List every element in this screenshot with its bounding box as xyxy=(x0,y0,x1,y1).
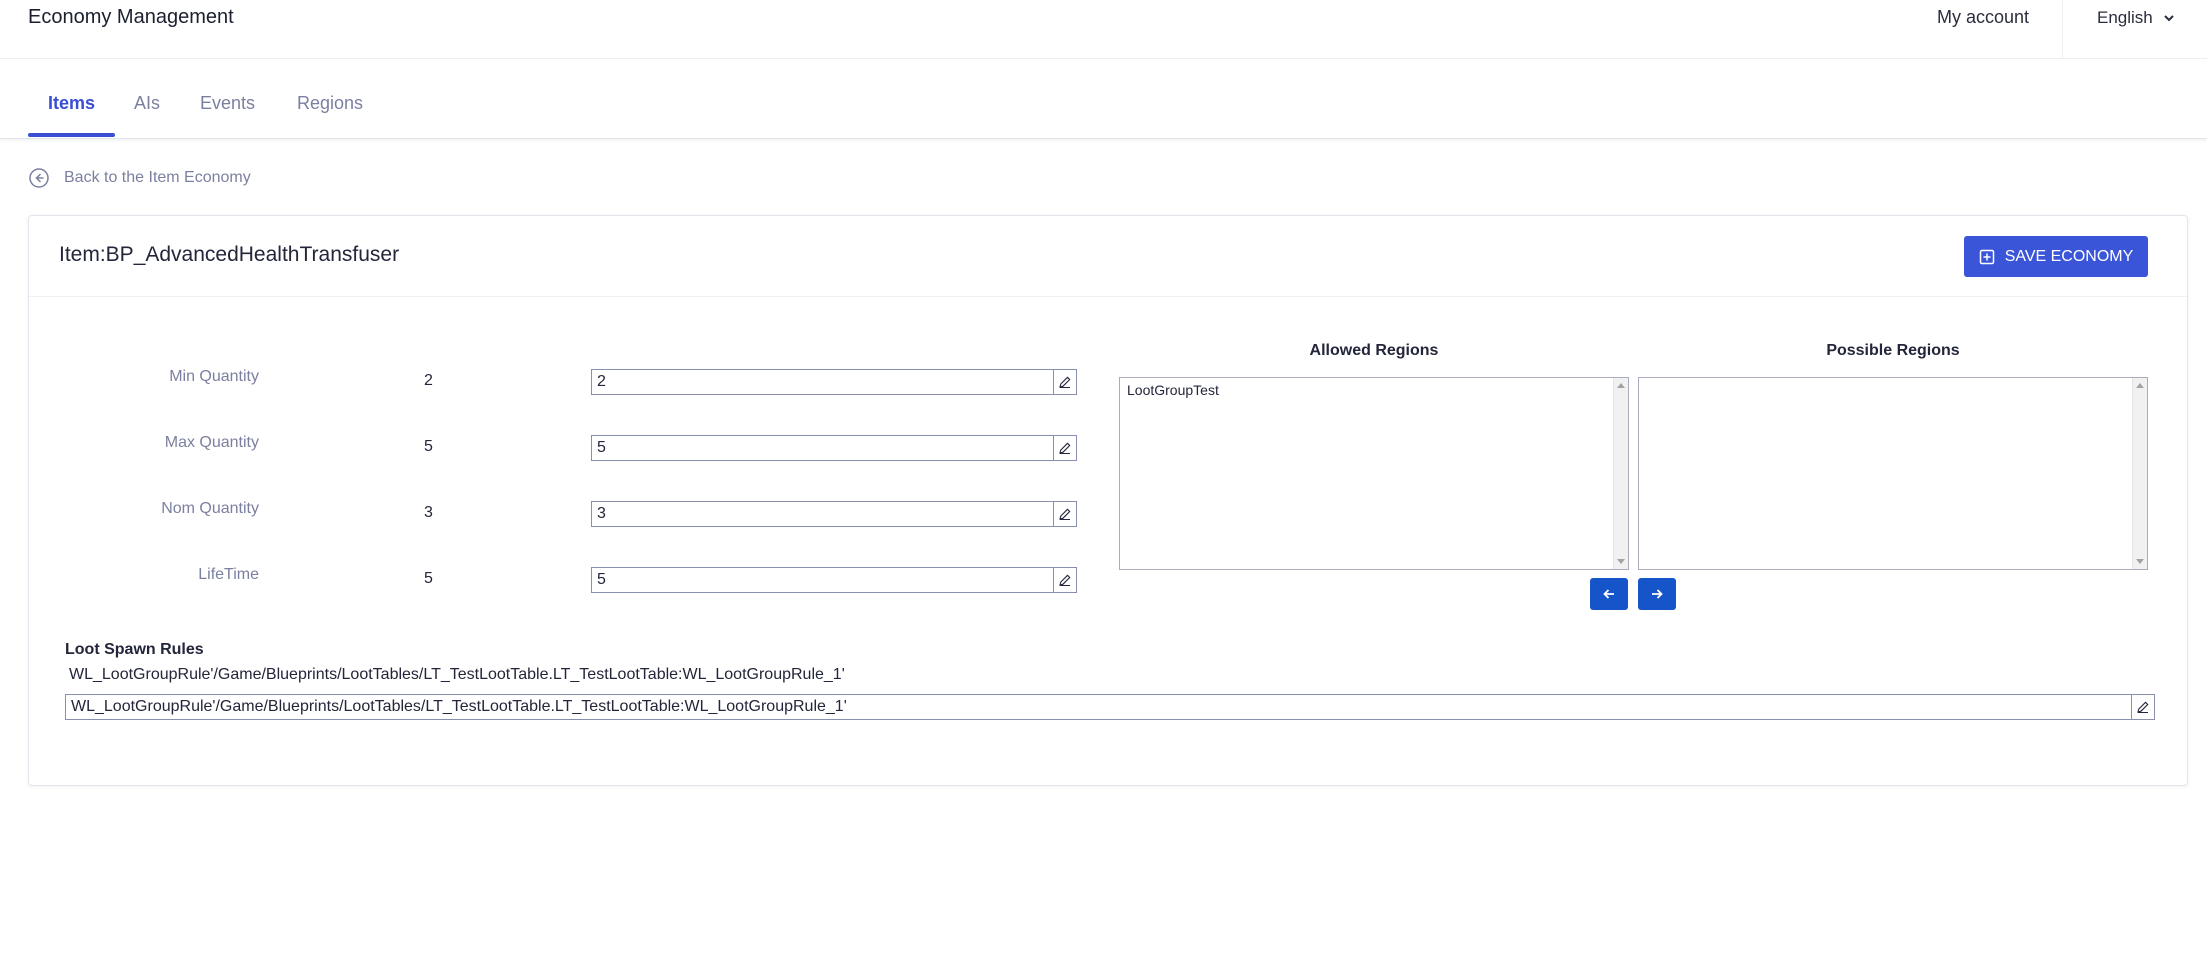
edit-lifetime-button[interactable] xyxy=(1053,568,1076,592)
pencil-icon xyxy=(2137,701,2149,714)
my-account-link[interactable]: My account xyxy=(1937,7,2029,28)
pencil-icon xyxy=(1059,376,1071,389)
tab-regions[interactable]: Regions xyxy=(297,93,363,114)
plus-square-icon xyxy=(1979,249,1994,264)
max-quantity-label: Max Quantity xyxy=(164,434,259,451)
min-quantity-label: Min Quantity xyxy=(169,368,259,385)
item-card: Item:BP_AdvancedHealthTransfuser SAVE EC… xyxy=(28,215,2188,786)
card-header: Item:BP_AdvancedHealthTransfuser SAVE EC… xyxy=(29,216,2187,297)
min-quantity-input[interactable] xyxy=(592,370,1053,394)
active-tab-indicator xyxy=(28,133,115,137)
allowed-regions-heading: Allowed Regions xyxy=(1309,342,1439,359)
divider xyxy=(2062,0,2063,59)
edit-max-quantity-button[interactable] xyxy=(1053,436,1076,460)
pencil-icon xyxy=(1059,442,1071,455)
edit-min-quantity-button[interactable] xyxy=(1053,370,1076,394)
nom-quantity-value: 3 xyxy=(424,504,433,521)
item-title: Item:BP_AdvancedHealthTransfuser xyxy=(59,243,400,266)
scrollbar[interactable] xyxy=(2132,378,2147,569)
list-item[interactable]: LootGroupTest xyxy=(1127,382,1219,398)
tab-events[interactable]: Events xyxy=(200,93,255,114)
top-bar: Economy Management My account English xyxy=(0,0,2207,59)
arrow-right-icon xyxy=(1652,589,1663,599)
pencil-icon xyxy=(1059,508,1071,521)
tab-bar: Items AIs Events Regions xyxy=(0,60,2207,139)
min-quantity-field xyxy=(591,369,1077,395)
max-quantity-value: 5 xyxy=(424,438,433,455)
max-quantity-input[interactable] xyxy=(592,436,1053,460)
possible-regions-heading: Possible Regions xyxy=(1826,342,1960,359)
max-quantity-field xyxy=(591,435,1077,461)
nom-quantity-label: Nom Quantity xyxy=(161,500,259,517)
possible-regions-list[interactable] xyxy=(1638,377,2148,570)
chevron-down-icon xyxy=(2164,15,2174,22)
tab-items[interactable]: Items xyxy=(48,93,95,114)
lifetime-field xyxy=(591,567,1077,593)
back-link-label: Back to the Item Economy xyxy=(64,169,251,186)
language-label: English xyxy=(2097,8,2153,27)
save-economy-button[interactable]: SAVE ECONOMY xyxy=(1964,236,2148,277)
language-selector[interactable]: English xyxy=(2097,8,2175,28)
loot-spawn-rules-value: WL_LootGroupRule'/Game/Blueprints/LootTa… xyxy=(69,666,845,683)
loot-spawn-rules-heading: Loot Spawn Rules xyxy=(65,641,204,658)
pencil-icon xyxy=(1059,574,1071,587)
min-quantity-value: 2 xyxy=(424,372,433,389)
back-to-item-economy-link[interactable]: Back to the Item Economy xyxy=(28,167,251,189)
loot-spawn-rules-field xyxy=(65,694,2155,720)
lifetime-label: LifeTime xyxy=(198,566,259,583)
allowed-regions-list[interactable]: LootGroupTest xyxy=(1119,377,1629,570)
nom-quantity-field xyxy=(591,501,1077,527)
save-economy-label: SAVE ECONOMY xyxy=(2004,247,2134,265)
arrow-left-icon xyxy=(1603,589,1614,599)
arrow-left-circle-icon xyxy=(29,168,49,188)
move-right-button[interactable] xyxy=(1638,578,1676,610)
lifetime-value: 5 xyxy=(424,570,433,587)
edit-loot-spawn-rules-button[interactable] xyxy=(2131,695,2154,719)
edit-nom-quantity-button[interactable] xyxy=(1053,502,1076,526)
nom-quantity-input[interactable] xyxy=(592,502,1053,526)
loot-spawn-rules-input[interactable] xyxy=(66,695,2131,719)
move-left-button[interactable] xyxy=(1590,578,1628,610)
scrollbar[interactable] xyxy=(1613,378,1628,569)
lifetime-input[interactable] xyxy=(592,568,1053,592)
tab-ais[interactable]: AIs xyxy=(134,93,160,114)
app-title: Economy Management xyxy=(28,6,234,28)
